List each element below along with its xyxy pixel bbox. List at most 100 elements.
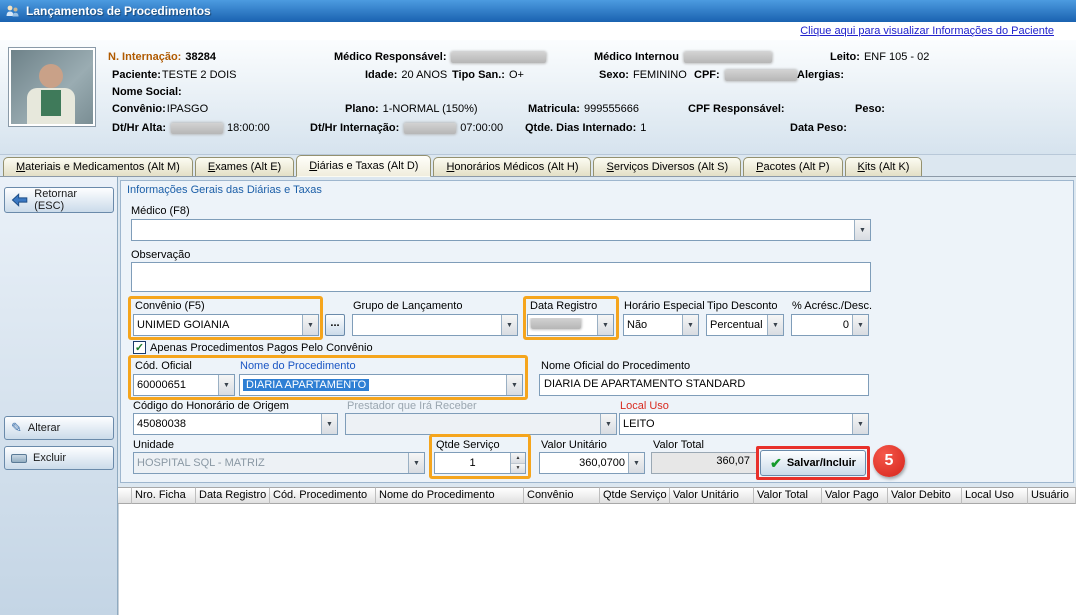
- cpf-responsavel-label: CPF Responsável:: [688, 103, 785, 115]
- alterar-button[interactable]: ✎ Alterar: [4, 416, 114, 440]
- tab-servicos-diversos[interactable]: Serviços Diversos (Alt S): [593, 157, 741, 176]
- chevron-down-icon[interactable]: ▼: [218, 375, 234, 395]
- dt-hr-internacao-label: Dt/Hr Internação:: [310, 122, 399, 134]
- dt-hr-alta-time: 18:00:00: [227, 122, 270, 134]
- matricula-label: Matricula:: [528, 103, 580, 115]
- column-header-nro-ficha[interactable]: Nro. Ficha: [132, 487, 196, 504]
- tab-exames[interactable]: Exames (Alt E): [195, 157, 294, 176]
- column-header-usuario[interactable]: Usuário: [1028, 487, 1076, 504]
- spinner-buttons: ▲ ▼: [510, 453, 525, 473]
- prestador-label: Prestador que Irá Receber: [347, 400, 477, 412]
- tab-diarias-taxas[interactable]: Diárias e Taxas (Alt D): [296, 155, 431, 177]
- column-header-valor-debito[interactable]: Valor Debito: [888, 487, 962, 504]
- tab-label: Serviços Diversos (Alt S): [606, 161, 728, 173]
- chevron-down-icon[interactable]: ▼: [852, 414, 868, 434]
- redacted-value: [451, 52, 546, 63]
- medico-responsavel-label: Médico Responsável:: [334, 51, 446, 63]
- convenio-browse-button[interactable]: ...: [325, 314, 345, 336]
- field-medico-responsavel: Médico Responsável:: [334, 51, 546, 63]
- procedure-entry-window: Lançamentos de Procedimentos Clique aqui…: [0, 0, 1076, 615]
- results-table-body[interactable]: [118, 504, 1076, 615]
- chevron-down-icon[interactable]: ▼: [501, 315, 517, 335]
- field-dt-hr-alta: Dt/Hr Alta: 18:00:00: [112, 122, 270, 134]
- spin-up-icon[interactable]: ▲: [511, 453, 525, 464]
- field-n-internacao: N. Internação: 38284: [108, 51, 216, 63]
- column-header-data-registro[interactable]: Data Registro: [196, 487, 270, 504]
- alergias-label: Alergias:: [797, 69, 844, 81]
- pencil-icon: ✎: [11, 420, 22, 436]
- chevron-down-icon[interactable]: ▼: [852, 315, 868, 335]
- column-header-convenio[interactable]: Convênio: [524, 487, 600, 504]
- column-header-cod-procedimento[interactable]: Cód. Procedimento: [270, 487, 376, 504]
- local-uso-value: LEITO: [620, 418, 852, 430]
- nome-oficial-input[interactable]: DIARIA DE APARTAMENTO STANDARD: [539, 374, 869, 396]
- check-icon: ✓: [135, 341, 144, 354]
- tab-pacotes[interactable]: Pacotes (Alt P): [743, 157, 842, 176]
- local-uso-combo[interactable]: LEITO ▼: [619, 413, 869, 435]
- qtde-dias-label: Qtde. Dias Internado:: [525, 122, 636, 134]
- valor-unitario-combo[interactable]: 360,0700 ▼: [539, 452, 645, 474]
- chevron-down-icon[interactable]: ▼: [682, 315, 698, 335]
- convenio-f5-label: Convênio (F5): [135, 300, 205, 312]
- plano-label: Plano:: [345, 103, 379, 115]
- matricula-value: 999555666: [584, 103, 639, 115]
- excluir-button[interactable]: Excluir: [4, 446, 114, 470]
- n-internacao-value: 38284: [185, 51, 216, 63]
- apenas-pagos-checkbox[interactable]: ✓: [133, 341, 146, 354]
- cod-oficial-label: Cód. Oficial: [135, 360, 192, 372]
- sexo-value: FEMININO: [633, 69, 687, 81]
- tipo-desconto-combo[interactable]: Percentual ▼: [706, 314, 784, 336]
- qtde-servico-spinner[interactable]: 1 ▲ ▼: [434, 452, 526, 474]
- cod-honorario-value: 45080038: [134, 418, 321, 430]
- nome-procedimento-combo[interactable]: DIARIA APARTAMENTO ▼: [239, 374, 523, 396]
- tab-materiais-medicamentos[interactable]: Materiais e Medicamentos (Alt M): [3, 157, 193, 176]
- salvar-incluir-label: Salvar/Incluir: [787, 457, 856, 469]
- column-header-nome-procedimento[interactable]: Nome do Procedimento: [376, 487, 524, 504]
- salvar-incluir-button[interactable]: ✔ Salvar/Incluir: [760, 450, 866, 476]
- tipo-san-value: O+: [509, 69, 524, 81]
- column-header-valor-unitario[interactable]: Valor Unitário: [670, 487, 754, 504]
- cod-honorario-combo[interactable]: 45080038 ▼: [133, 413, 338, 435]
- convenio-combo[interactable]: UNIMED GOIANIA ▼: [133, 314, 319, 336]
- tab-honorarios-medicos[interactable]: Honorários Médicos (Alt H): [433, 157, 591, 176]
- chevron-down-icon[interactable]: ▼: [767, 315, 783, 335]
- column-header-local-uso[interactable]: Local Uso: [962, 487, 1028, 504]
- dt-hr-alta-label: Dt/Hr Alta:: [112, 122, 166, 134]
- chevron-down-icon: ▼: [408, 453, 424, 473]
- horario-especial-combo[interactable]: Não ▼: [623, 314, 699, 336]
- column-header-valor-pago[interactable]: Valor Pago: [822, 487, 888, 504]
- spin-down-icon[interactable]: ▼: [511, 464, 525, 474]
- field-leito: Leito: ENF 105 - 02: [830, 51, 929, 63]
- tab-label: Pacotes (Alt P): [756, 161, 829, 173]
- acresc-desc-label: % Acrésc./Desc.: [792, 300, 872, 312]
- cod-honorario-label: Código do Honorário de Origem: [133, 400, 289, 412]
- tab-label: Exames (Alt E): [208, 161, 281, 173]
- grupo-lancamento-combo[interactable]: ▼: [352, 314, 518, 336]
- chevron-down-icon[interactable]: ▼: [628, 453, 644, 473]
- groupbox-diarias-taxas: Informações Gerais das Diárias e Taxas M…: [120, 180, 1074, 483]
- back-arrow-icon: [11, 193, 28, 207]
- cod-oficial-combo[interactable]: 60000651 ▼: [133, 374, 235, 396]
- retornar-button[interactable]: Retornar (ESC): [4, 187, 114, 213]
- column-header-valor-total[interactable]: Valor Total: [754, 487, 822, 504]
- tab-label: Diárias e Taxas (Alt D): [309, 160, 418, 172]
- column-header-qtde-servico[interactable]: Qtde Serviço: [600, 487, 670, 504]
- field-data-peso: Data Peso:: [790, 122, 847, 134]
- chevron-down-icon[interactable]: ▼: [321, 414, 337, 434]
- qtde-dias-value: 1: [640, 122, 646, 134]
- chevron-down-icon[interactable]: ▼: [302, 315, 318, 335]
- patient-info-link[interactable]: Clique aqui para visualizar Informações …: [800, 25, 1054, 37]
- field-cpf-responsavel: CPF Responsável:: [688, 103, 785, 115]
- medico-combo[interactable]: ▼: [131, 219, 871, 241]
- prestador-combo: ▼: [345, 413, 617, 435]
- chevron-down-icon[interactable]: ▼: [506, 375, 522, 395]
- observacao-input[interactable]: [131, 262, 871, 292]
- acresc-desc-combo[interactable]: 0 ▼: [791, 314, 869, 336]
- field-idade: Idade: 20 ANOS: [365, 69, 447, 81]
- data-registro-combo[interactable]: ▼: [527, 314, 614, 336]
- chevron-down-icon[interactable]: ▼: [597, 315, 613, 335]
- sidebar: Retornar (ESC) ✎ Alterar Excluir: [0, 177, 118, 615]
- tipo-desconto-label: Tipo Desconto: [707, 300, 778, 312]
- chevron-down-icon[interactable]: ▼: [854, 220, 870, 240]
- tab-kits[interactable]: Kits (Alt K): [845, 157, 923, 176]
